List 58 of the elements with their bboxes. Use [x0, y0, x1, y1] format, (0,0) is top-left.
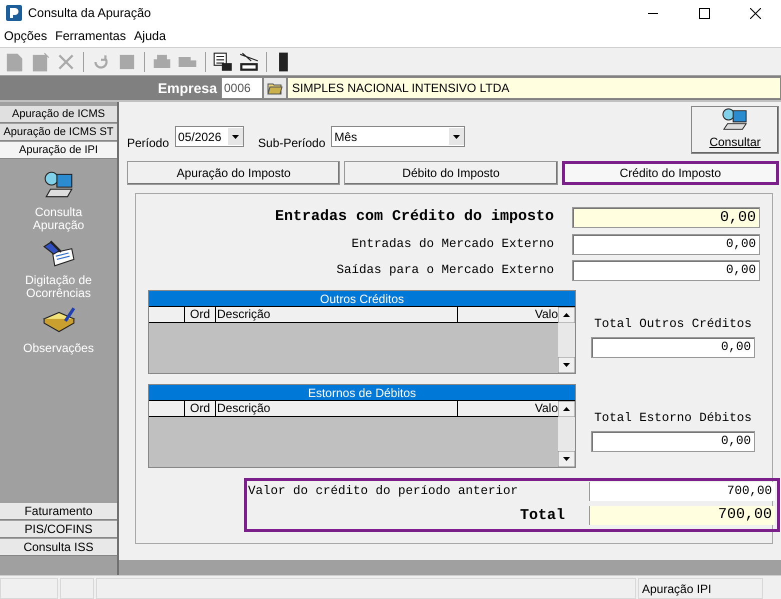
- open-folder-button[interactable]: [263, 77, 287, 99]
- scrollbar[interactable]: [558, 306, 575, 372]
- column-header[interactable]: Valo: [458, 306, 558, 322]
- total-label: Total Estorno Débitos: [594, 410, 752, 428]
- scroll-up-button[interactable]: [558, 306, 575, 322]
- period-label: Período: [127, 135, 170, 152]
- tab[interactable]: Apuração do Imposto: [127, 161, 340, 185]
- company-code-field[interactable]: 0006: [221, 77, 263, 99]
- field-label: Valor do crédito do período anterior: [247, 482, 520, 500]
- field-label: Saídas para o Mercado Externo: [336, 262, 554, 279]
- sidebar-tab[interactable]: Apuração de ICMS ST: [0, 124, 117, 141]
- sidebar-tab[interactable]: Apuração de ICMS: [0, 106, 117, 123]
- value-field[interactable]: 0,00: [591, 430, 755, 452]
- column-header[interactable]: Ord: [185, 400, 216, 416]
- sidebar-tab[interactable]: Apuração de IPI: [0, 142, 117, 159]
- subperiod-label: Sub-Período: [258, 135, 326, 152]
- value-field[interactable]: 0,00: [591, 336, 755, 358]
- scroll-down-button[interactable]: [558, 450, 575, 466]
- grid-document-icon[interactable]: [212, 50, 234, 72]
- computer-magnifier-icon[interactable]: [42, 170, 76, 200]
- sidebar-tab[interactable]: Faturamento: [0, 503, 117, 520]
- menu-item[interactable]: Opções: [0, 27, 52, 46]
- column-header[interactable]: Valo: [458, 400, 558, 416]
- sidebar-tab[interactable]: Consulta ISS: [0, 539, 117, 556]
- total-label: Total Outros Créditos: [594, 316, 752, 334]
- column-header[interactable]: Ord: [185, 306, 216, 322]
- menu-item[interactable]: Ferramentas: [51, 27, 130, 46]
- menu-item[interactable]: Ajuda: [130, 27, 170, 46]
- sidebar-tab[interactable]: PIS/COFINS: [0, 521, 117, 538]
- window-title: Consulta da Apuração: [28, 4, 152, 22]
- close-icon[interactable]: [750, 8, 760, 18]
- consult-button[interactable]: Consultar: [691, 106, 779, 154]
- value-field[interactable]: 0,00: [572, 234, 760, 254]
- company-label: Empresa: [157, 78, 218, 98]
- tab[interactable]: Crédito do Imposto: [562, 161, 779, 185]
- scroll-down-button[interactable]: [558, 356, 575, 372]
- app-logo-icon: [6, 5, 22, 21]
- field-label-bold: Total: [518, 506, 566, 526]
- scrollbar[interactable]: [558, 400, 575, 466]
- tab[interactable]: Débito do Imposto: [344, 161, 558, 185]
- folder-icon: [267, 81, 283, 95]
- grid-title: Outros Créditos: [149, 290, 575, 306]
- scroll-up-button[interactable]: [558, 400, 575, 416]
- field-label: Entradas do Mercado Externo: [351, 236, 554, 253]
- value-field[interactable]: 700,00: [589, 482, 775, 500]
- period-dropdown[interactable]: 05/2026: [175, 126, 244, 147]
- value-field[interactable]: 700,00: [589, 506, 775, 526]
- column-header[interactable]: Descrição: [216, 306, 458, 322]
- company-name-field[interactable]: SIMPLES NACIONAL INTENSIVO LTDA: [287, 77, 781, 99]
- field-label-bold: Entradas com Crédito do imposto: [274, 207, 554, 227]
- grid-title: Estornos de Débitos: [149, 384, 575, 400]
- maximize-icon[interactable]: [698, 8, 710, 18]
- value-field[interactable]: 0,00: [572, 206, 760, 228]
- column-header[interactable]: Descrição: [216, 400, 458, 416]
- minimize-icon[interactable]: [648, 12, 658, 14]
- subperiod-dropdown[interactable]: Mês: [331, 126, 466, 147]
- value-field[interactable]: 0,00: [572, 260, 760, 280]
- status-text: Apuração IPI: [638, 578, 763, 599]
